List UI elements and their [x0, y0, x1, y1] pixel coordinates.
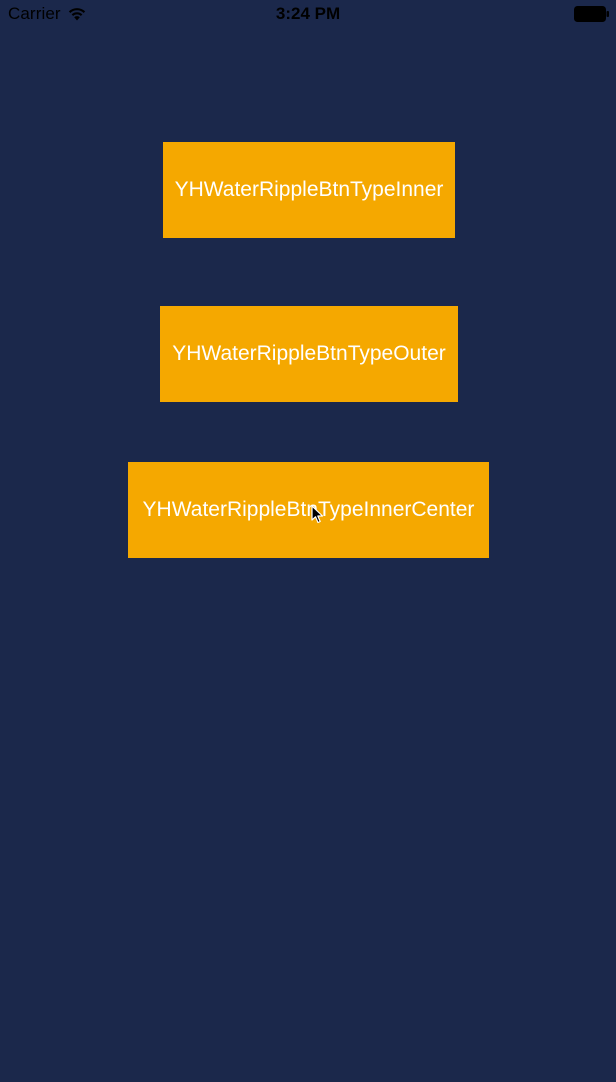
status-bar: Carrier 3:24 PM	[0, 0, 616, 28]
status-time: 3:24 PM	[275, 4, 341, 23]
water-ripple-outer-button[interactable]: YHWaterRippleBtnTypeOuter	[160, 306, 458, 402]
water-ripple-outer-button-label: YHWaterRippleBtnTypeOuter	[172, 342, 446, 365]
battery-icon	[574, 6, 610, 22]
water-ripple-inner-center-button-label: YHWaterRippleBtnTypeInnerCenter	[142, 498, 475, 521]
mouse-pointer-icon	[311, 505, 324, 524]
water-ripple-inner-center-button[interactable]: YHWaterRippleBtnTypeInnerCenter	[128, 462, 489, 558]
water-ripple-inner-button[interactable]: YHWaterRippleBtnTypeInner	[163, 142, 455, 238]
water-ripple-inner-button-label: YHWaterRippleBtnTypeInner	[174, 178, 444, 201]
